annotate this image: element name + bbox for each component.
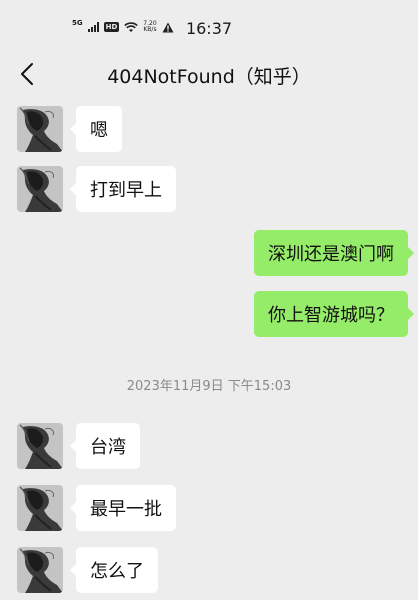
contact-avatar[interactable] [17, 485, 63, 531]
message-row: 你上智游城吗？ [0, 291, 418, 337]
incoming-message[interactable]: 怎么了 [70, 547, 158, 593]
chat-header: 404NotFound（知乎） [0, 52, 418, 98]
contact-avatar[interactable] [17, 423, 63, 469]
message-row: 嗯 [0, 106, 418, 152]
contact-avatar[interactable] [17, 547, 63, 593]
incoming-message[interactable]: 打到早上 [70, 166, 176, 212]
outgoing-message[interactable]: 深圳还是澳门啊 [254, 230, 414, 276]
message-row: 打到早上 [0, 166, 418, 212]
incoming-message[interactable]: 台湾 [70, 423, 140, 469]
incoming-message[interactable]: 嗯 [70, 106, 122, 152]
message-row: 最早一批 [0, 485, 418, 531]
clock: 16:37 [185, 19, 233, 38]
message-row: 台湾 [0, 423, 418, 469]
status-bar: 5G HD 7.20 KB/s 16:37 [0, 0, 418, 52]
message-timestamp: 2023年11月9日 下午15:03 [126, 379, 292, 394]
contact-avatar[interactable] [17, 166, 63, 212]
incoming-message[interactable]: 最早一批 [70, 485, 176, 531]
message-row: 怎么了 [0, 547, 418, 593]
outgoing-message[interactable]: 你上智游城吗？ [254, 291, 414, 337]
contact-avatar[interactable] [17, 106, 63, 152]
message-row: 深圳还是澳门啊 [0, 230, 418, 276]
chat-title: 404NotFound（知乎） [107, 66, 311, 88]
